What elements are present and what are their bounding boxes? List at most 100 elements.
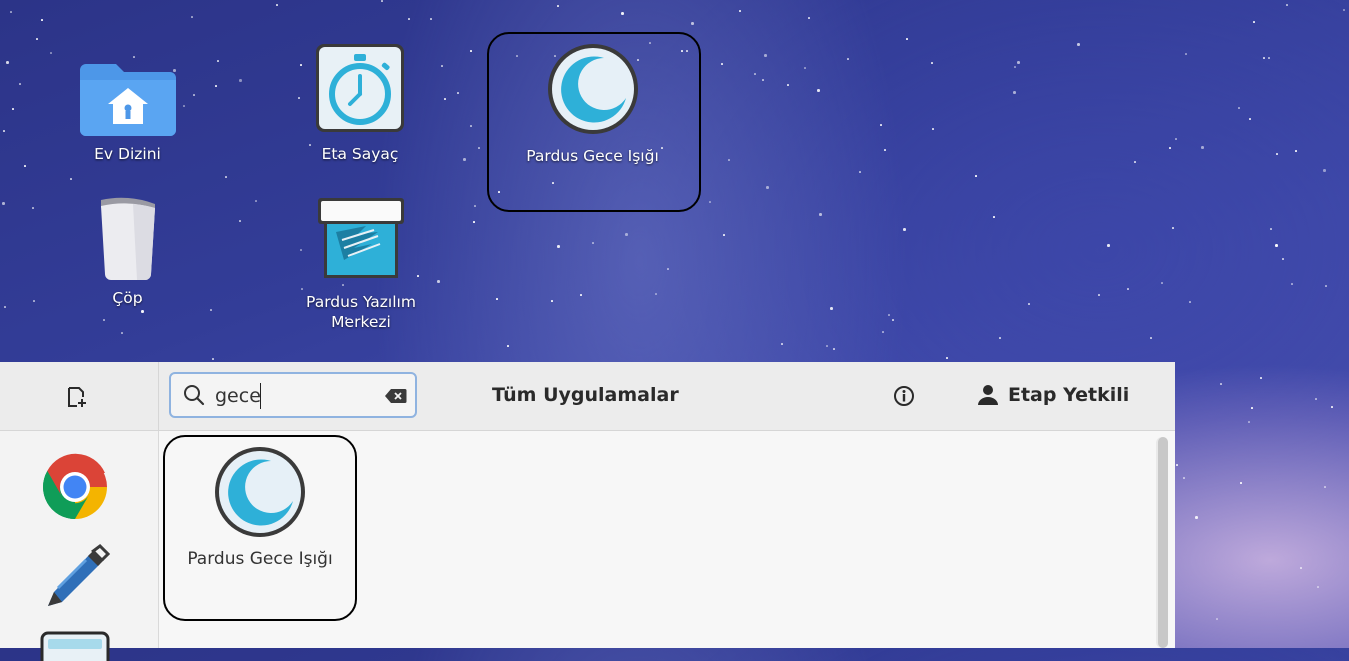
star (1185, 53, 1187, 55)
star (473, 221, 475, 223)
window-icon[interactable] (40, 631, 110, 661)
star (496, 298, 498, 300)
star (255, 200, 257, 202)
star (847, 58, 849, 60)
star (1098, 294, 1100, 296)
star (457, 92, 459, 94)
star (728, 159, 730, 161)
trash-icon (100, 197, 155, 280)
search-input[interactable]: gece (169, 372, 417, 418)
star (217, 60, 219, 62)
star (1286, 4, 1288, 6)
star (381, 0, 383, 2)
star (723, 234, 725, 236)
star (1014, 66, 1016, 68)
star (1240, 482, 1242, 484)
star (592, 242, 594, 244)
star (931, 62, 933, 64)
star (946, 357, 948, 359)
add-page-icon[interactable] (66, 386, 88, 408)
star (1195, 516, 1198, 519)
person-icon[interactable] (977, 384, 999, 406)
star (1295, 150, 1297, 152)
star (1134, 161, 1136, 163)
star (739, 10, 741, 12)
star (1324, 486, 1326, 488)
desktop-icon-label: Pardus Yazılım Merkezi (306, 293, 416, 331)
star (1077, 43, 1080, 46)
star (764, 54, 767, 57)
star (1220, 383, 1222, 385)
software-center-icon (318, 198, 404, 278)
star (470, 125, 472, 127)
star (210, 309, 212, 311)
scrollbar-thumb[interactable] (1158, 437, 1168, 648)
app-launcher-panel: gece Tüm Uygulamalar Etap Yetkili Pardus… (0, 362, 1175, 661)
star (762, 79, 764, 81)
star (817, 89, 820, 92)
star (1238, 107, 1240, 109)
moon-icon (215, 447, 305, 537)
star (1343, 9, 1345, 11)
star (191, 16, 193, 18)
star (103, 319, 105, 321)
star (580, 294, 582, 296)
result-label: Pardus Gece Işığı (187, 549, 333, 569)
star (1107, 244, 1110, 247)
star (1216, 618, 1218, 620)
star (808, 17, 810, 19)
star (474, 205, 476, 207)
star (141, 310, 144, 313)
backspace-clear-icon[interactable] (385, 388, 407, 404)
star (70, 178, 72, 180)
star (1189, 301, 1191, 303)
star (12, 108, 14, 110)
star (709, 201, 711, 203)
star (225, 176, 227, 178)
star (408, 18, 410, 20)
star (1251, 407, 1253, 409)
star (993, 216, 995, 218)
star (276, 4, 278, 6)
desktop-icon-label: Eta Sayaç (321, 145, 399, 163)
star (1176, 464, 1178, 466)
desktop-icon-yazilim-merkezi[interactable]: Pardus Yazılım Merkezi (282, 196, 440, 332)
star (1172, 227, 1174, 229)
star (121, 332, 123, 334)
star (882, 331, 884, 333)
star (1161, 282, 1163, 284)
star (819, 213, 822, 216)
search-result-gece-isigi[interactable] (170, 442, 350, 610)
star (1276, 153, 1278, 155)
star (1028, 303, 1030, 305)
star (239, 79, 242, 82)
star (1282, 258, 1284, 260)
star (826, 345, 828, 347)
chrome-icon[interactable] (38, 450, 112, 524)
star (551, 300, 553, 302)
star (1175, 138, 1177, 140)
desktop-icon-trash[interactable]: Çöp (70, 196, 185, 308)
desktop-icon-home[interactable]: Ev Dizini (70, 58, 185, 164)
stopwatch-icon (316, 44, 404, 132)
star (1248, 421, 1250, 423)
star (804, 67, 806, 69)
topbar-divider (158, 362, 159, 430)
star (1253, 21, 1255, 23)
star (880, 124, 882, 126)
star (1260, 377, 1262, 379)
star (655, 293, 657, 295)
text-cursor (260, 383, 261, 409)
desktop-icon-gece-isigi[interactable]: Pardus Gece Işığı (520, 42, 665, 166)
moon-icon (547, 44, 638, 134)
desktop-icon-eta-sayac[interactable]: Eta Sayaç (300, 42, 420, 164)
pen-icon[interactable] (40, 544, 110, 614)
launcher-sidebar (0, 431, 159, 661)
star (754, 73, 756, 75)
user-name[interactable]: Etap Yetkili (1008, 384, 1129, 406)
star (625, 233, 628, 236)
star (41, 19, 43, 21)
star (1323, 169, 1326, 172)
launcher-topbar: gece Tüm Uygulamalar Etap Yetkili (0, 362, 1175, 431)
info-icon[interactable] (893, 385, 915, 407)
